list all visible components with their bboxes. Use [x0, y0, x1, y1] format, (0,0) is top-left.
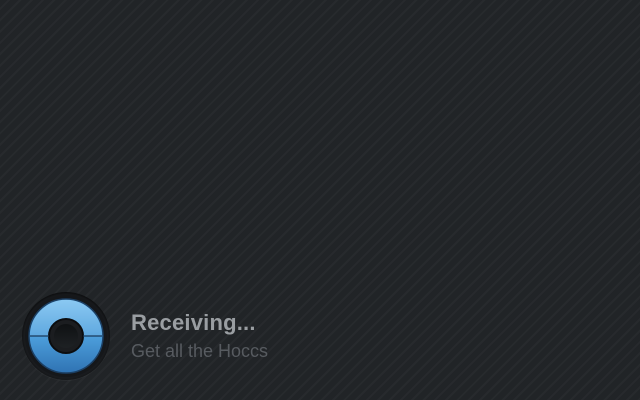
status-subtitle: Get all the Hoccs: [131, 340, 269, 361]
receiving-status: Receiving... Get all the Hoccs: [22, 292, 268, 380]
receiving-screen: Receiving... Get all the Hoccs: [0, 0, 640, 400]
status-title: Receiving...: [131, 309, 256, 335]
status-text-group: Receiving... Get all the Hoccs: [131, 310, 268, 363]
receive-disc-icon: [25, 295, 107, 377]
receive-indicator: [22, 292, 110, 380]
